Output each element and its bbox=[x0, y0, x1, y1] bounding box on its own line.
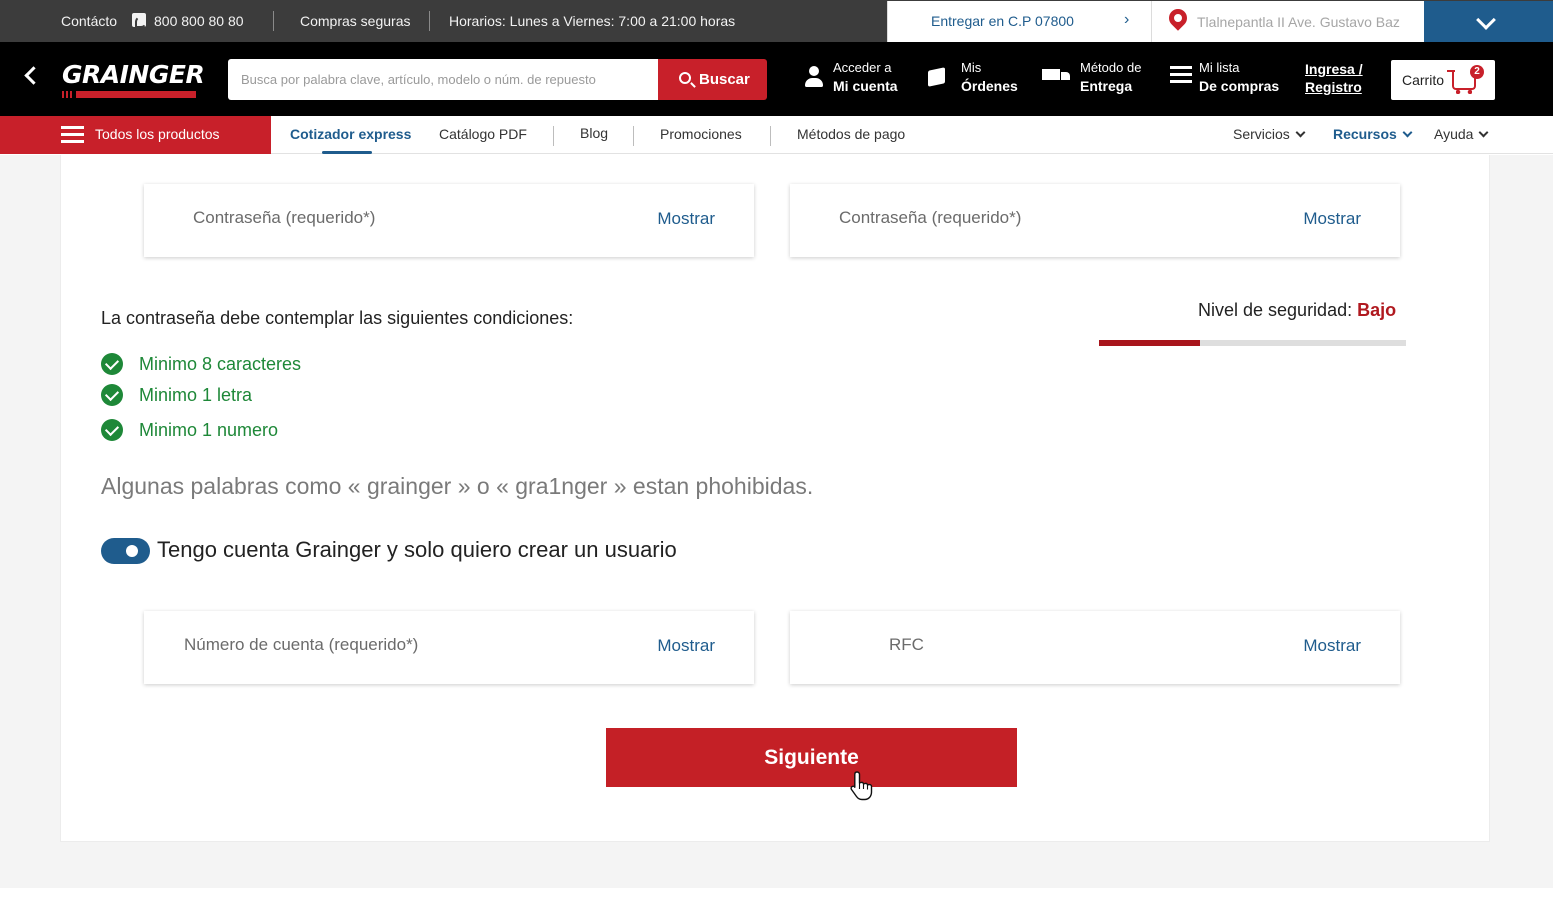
password-placeholder: Contraseña (requerido*) bbox=[193, 208, 376, 227]
divider bbox=[770, 126, 771, 146]
list-line1: Mi lista bbox=[1199, 60, 1240, 75]
search-icon bbox=[679, 72, 691, 84]
delivery-line1: Método de bbox=[1080, 60, 1142, 75]
divider bbox=[429, 11, 430, 31]
all-products-label: Todos los productos bbox=[95, 126, 220, 142]
recursos-label: Recursos bbox=[1333, 126, 1397, 142]
divider bbox=[553, 126, 554, 146]
search-button[interactable]: Buscar bbox=[658, 59, 767, 100]
divider bbox=[633, 126, 634, 146]
list-icon bbox=[1170, 66, 1192, 84]
orders-line1: Mis bbox=[961, 60, 982, 75]
existing-account-toggle-label: Tengo cuenta Grainger y solo quiero crea… bbox=[157, 537, 677, 562]
secure-purchases-link[interactable]: Compras seguras bbox=[300, 13, 411, 29]
show-confirm-password-button[interactable]: Mostrar bbox=[1303, 209, 1361, 229]
utility-bar: Contácto 800 800 80 80 Compras seguras H… bbox=[0, 0, 1553, 42]
truck-icon bbox=[1042, 66, 1072, 86]
chevron-down-icon bbox=[1295, 127, 1306, 138]
next-button[interactable]: Siguiente bbox=[606, 728, 1017, 787]
location-dropdown-button[interactable] bbox=[1424, 1, 1553, 42]
cart-label: Carrito bbox=[1402, 72, 1445, 88]
servicios-label: Servicios bbox=[1233, 126, 1290, 142]
delivery-line2: Entrega bbox=[1080, 78, 1133, 94]
phone-icon bbox=[132, 13, 147, 28]
nav-link-catalogo[interactable]: Catálogo PDF bbox=[439, 126, 527, 142]
condition-label: Minimo 1 numero bbox=[139, 420, 279, 440]
account-number-field[interactable]: Número de cuenta (requerido*) Mostrar bbox=[144, 611, 754, 684]
ayuda-label: Ayuda bbox=[1434, 126, 1474, 142]
condition-label: Minimo 8 caracteres bbox=[139, 354, 302, 374]
business-hours: Horarios: Lunes a Viernes: 7:00 a 21:00 … bbox=[449, 13, 736, 29]
contact-link[interactable]: Contácto bbox=[61, 13, 117, 29]
show-rfc-button[interactable]: Mostrar bbox=[1303, 636, 1361, 656]
login-register-link[interactable]: Ingresa / Registro bbox=[1305, 60, 1363, 96]
nav-link-cotizador[interactable]: Cotizador express bbox=[290, 126, 411, 142]
category-nav: Todos los productos Cotizador express Ca… bbox=[0, 116, 1553, 154]
cart-count-badge: 2 bbox=[1470, 65, 1484, 79]
account-number-placeholder: Número de cuenta (requerido*) bbox=[184, 635, 419, 654]
orders-line2: Órdenes bbox=[961, 78, 1018, 94]
check-circle-icon bbox=[101, 419, 123, 441]
ayuda-dropdown[interactable]: Ayuda bbox=[1434, 126, 1489, 142]
divider bbox=[273, 11, 274, 31]
phone-number[interactable]: 800 800 80 80 bbox=[154, 13, 244, 29]
login-line1: Ingresa / bbox=[1305, 61, 1363, 77]
location-pin-icon bbox=[1165, 5, 1191, 31]
security-level-label: Nivel de seguridad: bbox=[1198, 300, 1353, 320]
servicios-dropdown[interactable]: Servicios bbox=[1233, 126, 1306, 142]
show-password-button[interactable]: Mostrar bbox=[657, 209, 715, 229]
list-line2: De compras bbox=[1199, 78, 1280, 94]
check-circle-icon bbox=[101, 384, 123, 406]
show-account-number-button[interactable]: Mostrar bbox=[657, 636, 715, 656]
recursos-dropdown[interactable]: Recursos bbox=[1333, 126, 1413, 142]
store-location-selector[interactable]: Tlalnepantla II Ave. Gustavo Baz bbox=[1151, 1, 1424, 42]
security-level: Nivel de seguridad: Bajo bbox=[1198, 300, 1396, 321]
active-tab-indicator bbox=[322, 151, 372, 154]
all-products-menu[interactable]: Todos los productos bbox=[0, 116, 271, 154]
grainger-logo[interactable]: GRAINGER bbox=[62, 60, 205, 100]
security-meter-fill bbox=[1099, 340, 1201, 346]
search-box bbox=[228, 59, 658, 100]
nav-link-blog[interactable]: Blog bbox=[580, 125, 608, 141]
confirm-password-field[interactable]: Contraseña (requerido*) Mostrar bbox=[790, 184, 1400, 257]
password-conditions-title: La contraseña debe contemplar las siguie… bbox=[101, 308, 574, 328]
store-location-label: Tlalnepantla II Ave. Gustavo Baz bbox=[1197, 14, 1400, 30]
search-input[interactable] bbox=[228, 59, 658, 100]
hand-pointer-icon bbox=[850, 771, 873, 801]
account-line1: Acceder a bbox=[833, 60, 892, 75]
rfc-placeholder: RFC bbox=[889, 635, 924, 654]
chevron-down-icon bbox=[1476, 10, 1496, 30]
security-meter bbox=[1099, 340, 1406, 346]
hamburger-icon bbox=[61, 126, 84, 143]
password-field[interactable]: Contraseña (requerido*) Mostrar bbox=[144, 184, 754, 257]
nav-link-promociones[interactable]: Promociones bbox=[660, 126, 742, 142]
condition-label: Minimo 1 letra bbox=[139, 385, 253, 405]
logo-stripe bbox=[62, 91, 196, 98]
account-line2: Mi cuenta bbox=[833, 78, 898, 94]
delivery-zip-label: Entregar en C.P 07800 bbox=[931, 13, 1074, 29]
chevron-down-icon bbox=[1479, 127, 1489, 138]
security-level-value: Bajo bbox=[1357, 300, 1397, 320]
package-icon bbox=[925, 66, 949, 88]
search-button-label: Buscar bbox=[699, 71, 750, 88]
back-arrow-icon[interactable] bbox=[22, 66, 40, 84]
forbidden-words-note: Algunas palabras como « grainger » o « g… bbox=[101, 473, 814, 499]
rfc-field[interactable]: RFC Mostrar bbox=[790, 611, 1400, 684]
existing-account-toggle[interactable] bbox=[101, 538, 150, 564]
logo-wordmark: GRAINGER bbox=[62, 60, 205, 89]
user-icon bbox=[804, 66, 824, 88]
delivery-zip-selector[interactable]: Entregar en C.P 07800 › bbox=[887, 1, 1151, 42]
main-header: GRAINGER Buscar Acceder a Mi cuenta Mis … bbox=[0, 42, 1553, 116]
cart-button[interactable]: Carrito 2 bbox=[1391, 60, 1495, 100]
chevron-right-icon: › bbox=[1124, 11, 1130, 28]
login-line2: Registro bbox=[1305, 79, 1362, 95]
nav-link-metodos-pago[interactable]: Métodos de pago bbox=[797, 126, 905, 142]
chevron-down-icon bbox=[1402, 127, 1413, 138]
confirm-password-placeholder: Contraseña (requerido*) bbox=[839, 208, 1022, 227]
toggle-knob bbox=[126, 545, 138, 557]
check-circle-icon bbox=[101, 353, 123, 375]
